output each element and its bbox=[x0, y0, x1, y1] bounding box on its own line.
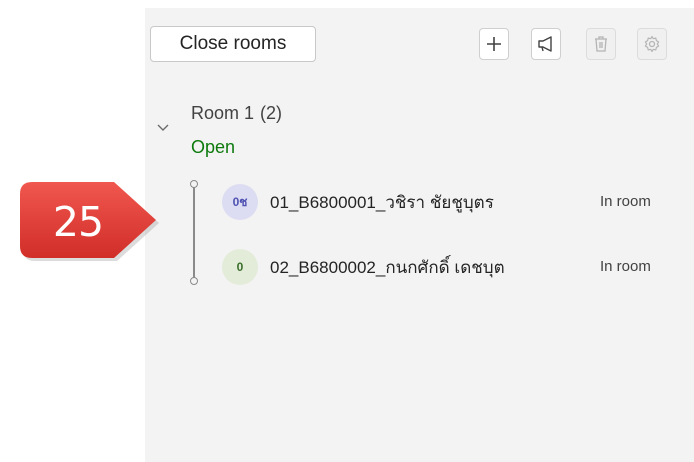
room-settings-button[interactable] bbox=[637, 28, 667, 60]
close-rooms-button[interactable]: Close rooms bbox=[150, 26, 316, 62]
announcement-button[interactable] bbox=[531, 28, 561, 60]
tree-node-top bbox=[190, 180, 198, 188]
chevron-down-icon[interactable] bbox=[156, 121, 170, 133]
tree-node-bottom bbox=[190, 277, 198, 285]
delete-room-button[interactable] bbox=[586, 28, 616, 60]
room-count: (2) bbox=[260, 103, 283, 123]
room-name: Room 1 bbox=[191, 103, 255, 123]
tree-connector bbox=[193, 186, 195, 278]
participant-status: In room bbox=[600, 258, 651, 275]
step-number: 25 bbox=[52, 198, 104, 246]
trash-icon bbox=[595, 36, 607, 52]
settings-icon bbox=[644, 35, 660, 53]
room-title[interactable]: Room 1 (2) bbox=[191, 103, 282, 124]
participant-row[interactable]: 0 02_B6800002_กนกศักดิ์ เดชบุต bbox=[222, 249, 570, 285]
avatar: 0ช bbox=[222, 184, 258, 220]
participant-row[interactable]: 0ช 01_B6800001_วชิรา ชัยชูบุตร bbox=[222, 184, 570, 220]
breakout-rooms-panel bbox=[145, 8, 694, 462]
participant-name: 02_B6800002_กนกศักดิ์ เดชบุต bbox=[270, 257, 505, 277]
room-status: Open bbox=[191, 137, 236, 157]
participant-name: 01_B6800001_วชิรา ชัยชูบุตร bbox=[270, 192, 494, 212]
avatar: 0 bbox=[222, 249, 258, 285]
plus-icon bbox=[487, 37, 501, 51]
participant-status: In room bbox=[600, 193, 651, 210]
announcement-icon bbox=[538, 36, 552, 52]
add-room-button[interactable] bbox=[479, 28, 509, 60]
